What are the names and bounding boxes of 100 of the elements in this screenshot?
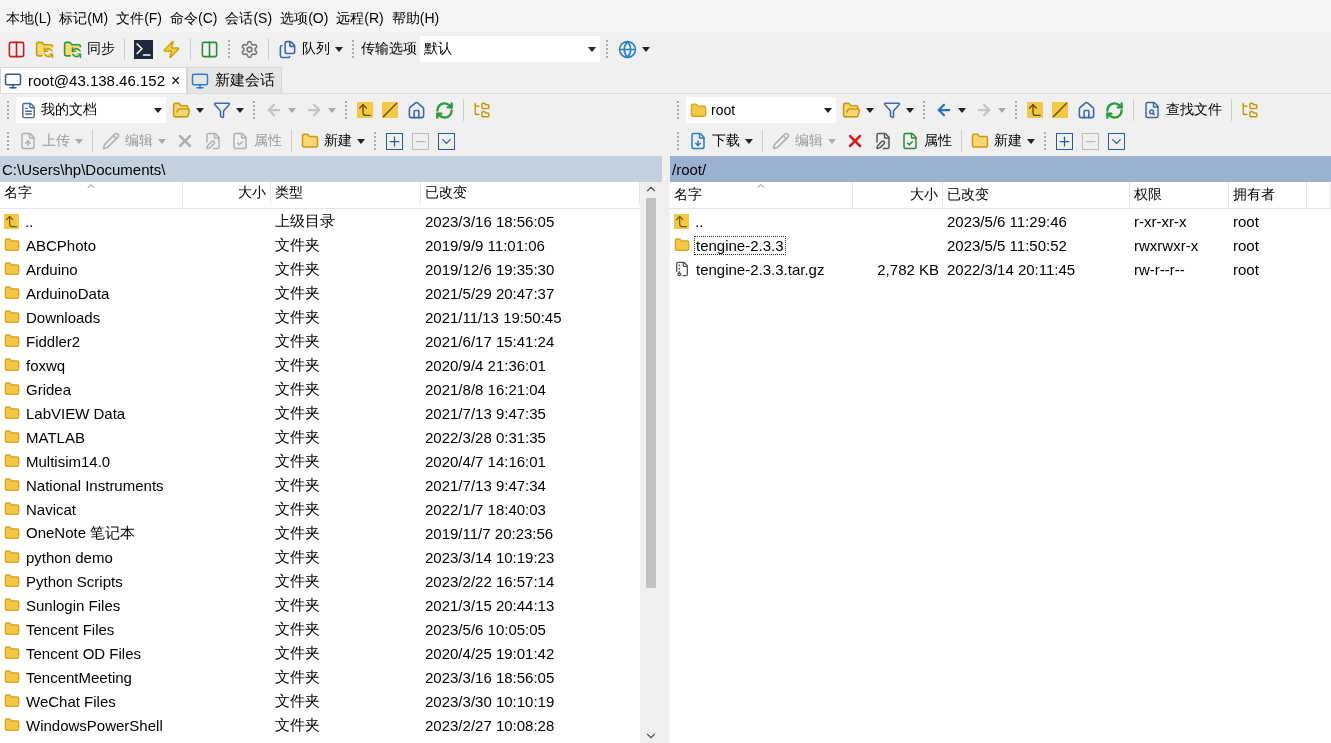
file-name[interactable]: tengine-2.3.3 [695, 236, 785, 254]
file-name[interactable]: National Instruments [25, 476, 165, 494]
find-files-button[interactable]: 查找文件 [1140, 97, 1225, 123]
menu-item[interactable]: 帮助(H) [387, 8, 444, 30]
settings-icon [240, 39, 259, 59]
column-header[interactable]: 名字 [0, 182, 183, 204]
folder-icon [4, 405, 20, 421]
file-name[interactable]: Gridea [25, 380, 73, 398]
file-name[interactable]: MATLAB [25, 428, 86, 446]
pencil-icon [102, 132, 120, 150]
column-header[interactable]: 大小 [853, 182, 943, 208]
table-cell: rw-r--r-- [1134, 260, 1185, 278]
table-cell: 文件夹 [275, 571, 320, 591]
menu-item[interactable]: 本地(L) [2, 8, 56, 30]
file-name[interactable]: Arduino [25, 260, 79, 278]
close-icon[interactable]: × [171, 71, 181, 90]
location-dropdown[interactable]: 我的文档 [16, 97, 166, 123]
right-arrow-icon [975, 101, 993, 119]
file-name[interactable]: Downloads [25, 308, 102, 326]
file-name[interactable]: Tencent Files [25, 620, 116, 638]
table-cell: 文件夹 [275, 715, 320, 735]
menu-item[interactable]: 标记(M) [55, 8, 113, 30]
transfer-options-dropdown[interactable]: 默认 [420, 36, 600, 62]
folder-icon [4, 237, 20, 253]
table-cell: 上级目录 [275, 211, 335, 231]
file-name[interactable]: OneNote 笔记本 [25, 523, 137, 543]
folder-icon [690, 101, 707, 119]
menu-item[interactable]: 会话(S) [221, 8, 277, 30]
table-cell: 文件夹 [275, 259, 320, 279]
caret-icon [335, 46, 343, 52]
table-cell: 2023/3/30 10:10:19 [425, 692, 555, 710]
queue-button[interactable]: 队列 [275, 36, 346, 62]
column-header[interactable]: 权限 [1130, 182, 1229, 208]
session-tab[interactable]: 新建会话 [187, 67, 283, 93]
file-name[interactable]: Fiddler2 [25, 332, 82, 350]
caret-icon [75, 138, 83, 144]
file-name[interactable]: Python Scripts [25, 572, 124, 590]
column-header[interactable]: 已改变 [943, 182, 1130, 208]
caret-icon [828, 138, 836, 144]
folder-icon [4, 429, 20, 445]
file-name[interactable]: Tencent OD Files [25, 644, 143, 662]
open-folder-icon [172, 100, 191, 120]
file-name[interactable]: LabVIEW Data [25, 404, 127, 422]
column-header[interactable]: 名字 [670, 182, 853, 208]
menu-item[interactable]: 选项(O) [276, 8, 333, 30]
table-cell: 2022/3/28 0:31:35 [425, 428, 546, 446]
file-check-icon [901, 132, 919, 150]
column-header[interactable]: 拥有者 [1229, 182, 1307, 208]
file-name[interactable]: Sunlogin Files [25, 596, 122, 614]
menu-item[interactable]: 命令(C) [166, 8, 222, 30]
folder-icon [4, 525, 20, 541]
location-dropdown[interactable]: root [686, 97, 836, 123]
table-cell: 2023/2/22 16:57:14 [425, 572, 555, 590]
refresh-icon [1105, 100, 1124, 120]
folder-icon [4, 309, 20, 325]
session-tab[interactable]: root@43.138.46.152 × [0, 67, 188, 93]
file-name[interactable]: Multisim14.0 [25, 452, 112, 470]
file-arrow-icon [19, 132, 37, 150]
folder-icon [4, 717, 20, 733]
new-button[interactable]: 新建 [968, 128, 1038, 154]
menu-item[interactable]: 远程(R) [332, 8, 388, 30]
caret-icon [998, 107, 1006, 113]
table-cell: 2022/3/14 20:11:45 [947, 260, 1076, 278]
new-button[interactable]: 新建 [298, 128, 368, 154]
column-header[interactable]: 大小 [183, 182, 271, 204]
caret-icon [642, 46, 650, 52]
file-check-icon [231, 132, 249, 150]
file-name[interactable]: TencentMeeting [25, 668, 133, 686]
home-icon [1077, 100, 1096, 120]
file-name[interactable]: ABCPhoto [25, 236, 98, 254]
file-name[interactable]: ArduinoData [25, 284, 111, 302]
file-name[interactable]: WindowsPowerShell [25, 716, 164, 734]
file-name[interactable]: .. [694, 212, 705, 230]
file-name[interactable]: WeChat Files [25, 692, 117, 710]
menu-item[interactable]: 文件(F) [112, 8, 166, 30]
file-name[interactable]: Navicat [25, 500, 78, 518]
sync-button[interactable]: 同步 [60, 36, 118, 62]
file-name[interactable]: python demo [25, 548, 114, 566]
file-name[interactable]: tengine-2.3.3.tar.gz [695, 260, 826, 278]
pencil-icon [772, 132, 790, 150]
table-cell: 2021/7/13 9:47:35 [425, 404, 546, 422]
table-cell: 2019/12/6 19:35:30 [425, 260, 555, 278]
table-cell: 2020/4/7 14:16:01 [425, 452, 546, 470]
folder-sync-icon [35, 39, 54, 59]
root-folder-icon [382, 102, 398, 118]
column-header[interactable]: 类型 [271, 182, 421, 204]
properties-button[interactable]: 属性 [898, 128, 955, 154]
download-button[interactable]: 下载 [686, 128, 756, 154]
scrollbar[interactable] [640, 182, 662, 743]
table-cell: 文件夹 [275, 283, 320, 303]
table-cell: 2023/3/16 18:56:05 [425, 668, 555, 686]
folder-icon [4, 357, 20, 373]
folder-icon [4, 645, 20, 661]
panels-icon [200, 39, 219, 59]
home-icon [407, 100, 426, 120]
file-name[interactable]: .. [24, 212, 35, 230]
scrollbar-thumb[interactable] [646, 198, 656, 588]
monitor-icon [4, 71, 22, 90]
parent-folder-icon [1027, 102, 1043, 118]
file-name[interactable]: foxwq [25, 356, 67, 374]
